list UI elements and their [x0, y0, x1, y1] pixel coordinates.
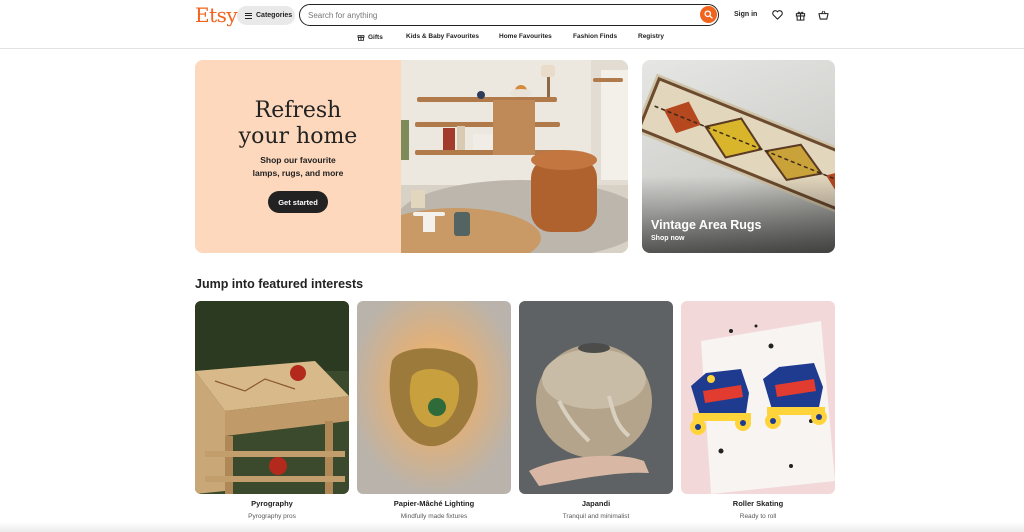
card-subtitle: Pyrography pros	[248, 513, 296, 520]
bottom-fade	[0, 522, 1024, 532]
interest-card-papier-mache[interactable]: Papier-Mâché Lighting Mindfully made fix…	[357, 301, 511, 526]
card-title: Pyrography	[251, 499, 293, 508]
gifts-header-button[interactable]	[793, 8, 807, 22]
hero-title: Refresh your home	[238, 98, 358, 149]
card-title: Papier-Mâché Lighting	[393, 499, 475, 508]
card-subtitle: Mindfully made fixtures	[400, 513, 468, 520]
shop-now-link[interactable]: Shop now	[651, 235, 684, 242]
categories-button[interactable]: Categories	[237, 6, 295, 25]
nav-item-kids-baby[interactable]: Kids & Baby Favourites	[406, 33, 479, 40]
nav-item-fashion[interactable]: Fashion Finds	[573, 33, 617, 40]
vintage-rugs-promo[interactable]: Vintage Area Rugs Shop now	[642, 60, 835, 253]
interest-card-japandi[interactable]: Japandi Tranquil and minimalist	[519, 301, 673, 526]
roller-skating-earrings-image	[681, 301, 835, 494]
interest-card-pyrography[interactable]: Pyrography Pyrography pros	[195, 301, 349, 526]
gift-icon	[357, 35, 365, 41]
favorites-button[interactable]	[770, 8, 784, 22]
sign-in-link[interactable]: Sign in	[734, 11, 757, 18]
nav-item-home[interactable]: Home Favourites	[499, 33, 552, 40]
card-subtitle: Tranquil and minimalist	[562, 513, 630, 520]
cart-icon	[817, 10, 829, 20]
interest-card-roller-skating[interactable]: Roller Skating Ready to roll	[681, 301, 835, 526]
living-room-illustration	[401, 60, 628, 253]
site-header: Etsy Categories Sign in	[0, 0, 1024, 49]
hero-banner[interactable]: Refresh your home Shop our favourite lam…	[195, 60, 628, 253]
card-subtitle: Ready to roll	[739, 513, 777, 520]
japandi-vase-image	[519, 301, 673, 494]
papier-mache-lighting-image	[357, 301, 511, 494]
category-nav: Gifts Kids & Baby Favourites Home Favour…	[0, 31, 1024, 45]
hero-text-panel: Refresh your home Shop our favourite lam…	[195, 60, 401, 253]
card-title: Roller Skating	[732, 499, 784, 508]
hero-image-living-room	[401, 60, 628, 253]
search-icon	[704, 10, 713, 19]
gift-icon	[795, 11, 805, 21]
pyrography-image	[195, 301, 349, 494]
cart-button[interactable]	[816, 8, 830, 22]
search-button[interactable]	[700, 6, 717, 23]
promo-title: Vintage Area Rugs	[651, 218, 762, 232]
nav-item-registry[interactable]: Registry	[638, 33, 664, 40]
nav-item-gifts[interactable]: Gifts	[357, 33, 383, 41]
hero-subtitle: Shop our favourite lamps, rugs, and more	[252, 155, 344, 178]
categories-label: Categories	[256, 12, 293, 19]
menu-icon	[245, 12, 252, 19]
search-input[interactable]	[308, 8, 688, 22]
search-bar	[299, 4, 719, 26]
nav-item-label: Gifts	[368, 33, 383, 41]
featured-heading: Jump into featured interests	[195, 277, 364, 291]
heart-icon	[771, 10, 783, 20]
card-title: Japandi	[581, 499, 611, 508]
etsy-logo[interactable]: Etsy	[195, 3, 238, 27]
get-started-button[interactable]: Get started	[268, 191, 328, 213]
